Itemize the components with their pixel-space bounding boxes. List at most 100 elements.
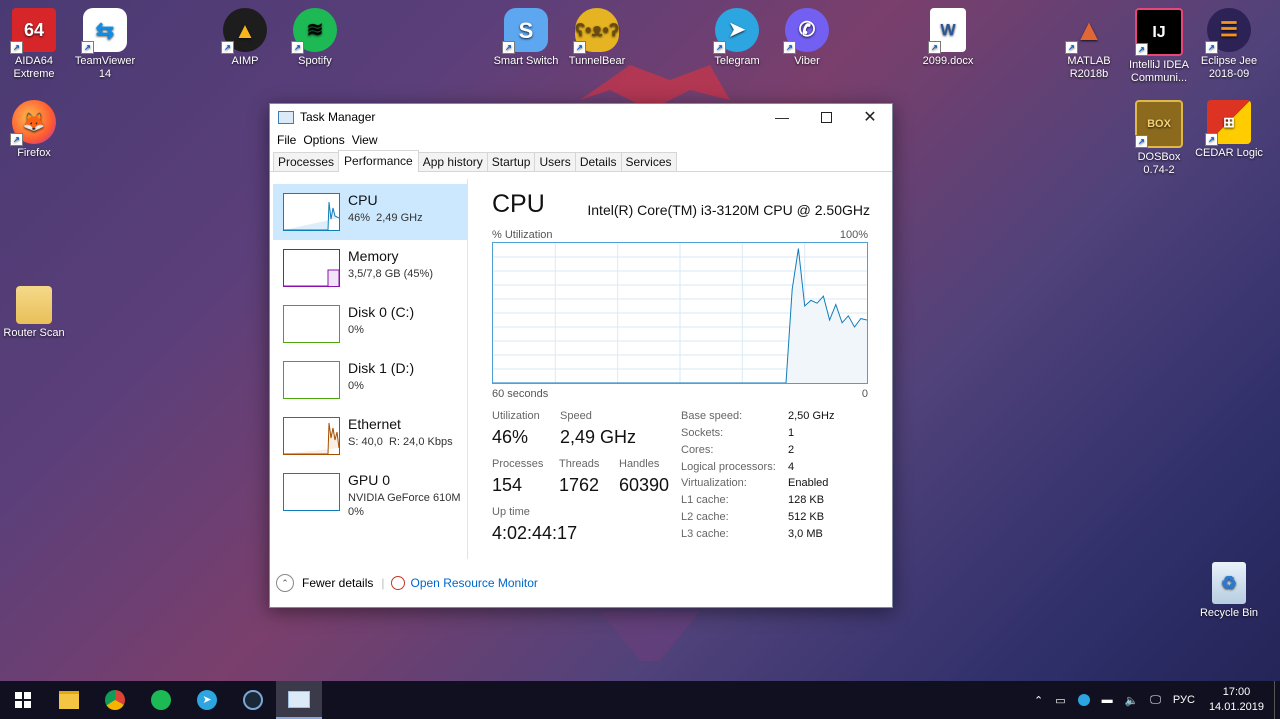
title-bar[interactable]: Task Manager — ✕ xyxy=(270,104,892,130)
spotify-icon: ≋ ↗ xyxy=(291,8,337,54)
aimp-icon: ▲ ↗ xyxy=(221,8,267,54)
detail-key: L3 cache: xyxy=(681,528,729,540)
resource-summary: 46% 2,49 GHz xyxy=(348,212,423,224)
clock-date: 14.01.2019 xyxy=(1208,701,1264,713)
battery-icon[interactable]: ▬ xyxy=(1102,694,1113,706)
desktop-icon-recycle-bin[interactable]: ♻ Recycle Bin xyxy=(1191,562,1267,620)
window-title: Task Manager xyxy=(300,110,376,124)
menu-bar: File Options View xyxy=(270,130,892,150)
show-desktop-button[interactable] xyxy=(1274,681,1280,719)
resource-item-disk1[interactable]: Disk 1 (D:) 0% xyxy=(273,352,467,408)
desktop-icon-router-scan[interactable]: Router Scan xyxy=(0,286,72,340)
desktop-icon-label: Router Scan xyxy=(3,327,65,339)
task-manager-window: Task Manager — ✕ File Options View Proce… xyxy=(269,103,893,608)
taskbar-spotify[interactable] xyxy=(138,681,184,719)
telegram-icon: ➤ ↗ xyxy=(713,8,759,54)
desktop-icon-viber[interactable]: ✆ ↗ Viber xyxy=(769,8,845,68)
desktop-icon-eclipse[interactable]: ☰ ↗ Eclipse Jee 2018-09 xyxy=(1191,8,1267,81)
file-explorer-icon xyxy=(59,691,79,709)
tab-services[interactable]: Services xyxy=(620,152,677,171)
start-button[interactable] xyxy=(0,681,46,719)
desktop-icon-label: Spotify xyxy=(298,55,332,67)
desktop-icon-telegram[interactable]: ➤ ↗ Telegram xyxy=(699,8,775,68)
chevron-up-icon[interactable]: ⌃ xyxy=(276,574,294,592)
resource-item-memory[interactable]: Memory 3,5/7,8 GB (45%) xyxy=(273,240,467,296)
handles-label: Handles xyxy=(619,458,660,470)
detail-value: 128 KB xyxy=(788,494,825,506)
taskbar-file-explorer[interactable] xyxy=(46,681,92,719)
tab-app-history[interactable]: App history xyxy=(417,152,488,171)
desktop-icon-label: AIMP xyxy=(231,55,259,67)
resource-summary: 3,5/7,8 GB (45%) xyxy=(348,268,433,280)
detail-key: Sockets: xyxy=(681,427,724,439)
maximize-button[interactable] xyxy=(804,104,848,130)
clock[interactable]: 17:00 14.01.2019 xyxy=(1209,685,1264,715)
desktop-icon-label: AIDA64 Extreme xyxy=(13,55,55,80)
tab-details[interactable]: Details xyxy=(574,152,622,171)
desktop-icon-intellij[interactable]: IJ ↗ IntelliJ IDEA Communi... xyxy=(1121,8,1197,85)
chevron-up-icon[interactable]: ⌃ xyxy=(1034,694,1043,707)
menu-options[interactable]: Options xyxy=(302,133,350,147)
desktop-icon-tunnelbear[interactable]: ʕ•ᴥ•ʔ ↗ TunnelBear xyxy=(559,8,635,68)
desktop-icon-teamviewer[interactable]: ⇆ ↗ TeamViewer 14 xyxy=(67,8,143,81)
cedar-logic-icon: ⊞ ↗ xyxy=(1205,100,1251,146)
chrome-icon xyxy=(105,690,125,710)
desktop-icon-smart-switch[interactable]: S ↗ Smart Switch xyxy=(488,8,564,68)
tab-performance[interactable]: Performance xyxy=(338,150,419,172)
taskbar-telegram[interactable]: ➤ xyxy=(184,681,230,719)
desktop-icon-aimp[interactable]: ▲ ↗ AIMP xyxy=(207,8,283,68)
gpu0-thumbnail-graph xyxy=(283,473,340,511)
resource-item-ethernet[interactable]: Ethernet S: 40,0 R: 24,0 Kbps xyxy=(273,408,467,464)
taskbar-steam[interactable] xyxy=(230,681,276,719)
fewer-details-link[interactable]: Fewer details xyxy=(302,576,373,590)
taskbar-task-manager[interactable] xyxy=(276,681,322,719)
graph-time-label: 60 seconds xyxy=(492,388,549,400)
taskbar-chrome[interactable] xyxy=(92,681,138,719)
eclipse-icon: ☰ ↗ xyxy=(1205,8,1251,54)
detail-key: Logical processors: xyxy=(681,461,776,473)
graph-label: % Utilization xyxy=(492,229,553,241)
menu-view[interactable]: View xyxy=(351,133,384,147)
cpu-graph-svg xyxy=(493,243,868,384)
detail-key: L2 cache: xyxy=(681,511,729,523)
desktop-icon-matlab[interactable]: ▲ ↗ MATLAB R2018b xyxy=(1051,8,1127,81)
telegram-tray-icon[interactable] xyxy=(1077,694,1090,706)
menu-file[interactable]: File xyxy=(276,133,302,147)
close-button[interactable]: ✕ xyxy=(848,104,892,130)
utilization-label: Utilization xyxy=(492,410,540,422)
desktop-icon-dosbox[interactable]: BOX ↗ DOSBox 0.74-2 xyxy=(1121,100,1197,177)
removable-device-icon[interactable]: ▭ xyxy=(1055,694,1065,707)
resource-item-gpu0[interactable]: GPU 0 NVIDIA GeForce 610M 0% xyxy=(273,464,467,520)
desktop-icon-label: 2099.docx xyxy=(922,55,974,67)
desktop-icon-label: Telegram xyxy=(714,55,760,67)
language-indicator[interactable]: РУС xyxy=(1173,694,1195,706)
graph-max-label: 100% xyxy=(839,229,868,241)
desktop-icon-firefox[interactable]: 🦊 ↗ Firefox xyxy=(0,100,72,160)
resource-item-disk0[interactable]: Disk 0 (C:) 0% xyxy=(273,296,467,352)
desktop-icon-aida64[interactable]: 64 ↗ AIDA64 Extreme xyxy=(0,8,72,81)
minimize-button[interactable]: — xyxy=(760,104,804,130)
desktop-icon-label: Smart Switch xyxy=(493,55,559,67)
volume-icon[interactable]: 🔈 xyxy=(1125,694,1139,707)
desktop-icon-cedar-logic[interactable]: ⊞ ↗ CEDAR Logic xyxy=(1191,100,1267,160)
clock-time: 17:00 xyxy=(1222,686,1251,698)
detail-value: 1 xyxy=(788,427,795,439)
desktop-icon-spotify[interactable]: ≋ ↗ Spotify xyxy=(277,8,353,68)
desktop-icon-docx[interactable]: W ↗ 2099.docx xyxy=(910,8,986,68)
open-resource-monitor-link[interactable]: Open Resource Monitor xyxy=(411,576,538,590)
tab-startup[interactable]: Startup xyxy=(486,152,536,171)
close-icon: ✕ xyxy=(863,109,877,126)
detail-value: 4 xyxy=(788,461,795,473)
resource-monitor-icon[interactable] xyxy=(390,576,405,590)
resource-item-cpu[interactable]: CPU 46% 2,49 GHz xyxy=(273,184,467,240)
start-icon xyxy=(15,692,31,708)
maximize-icon xyxy=(820,111,832,123)
detail-value: 2,50 GHz xyxy=(788,410,835,422)
detail-value: 3,0 MB xyxy=(788,528,823,540)
tab-processes[interactable]: Processes xyxy=(273,152,340,171)
desktop-icon-label: Eclipse Jee 2018-09 xyxy=(1200,55,1258,80)
resource-name: GPU 0 xyxy=(348,472,391,488)
tab-users[interactable]: Users xyxy=(534,152,576,171)
network-icon[interactable]: 🖵 xyxy=(1150,694,1161,707)
detail-value: Enabled xyxy=(788,477,829,489)
